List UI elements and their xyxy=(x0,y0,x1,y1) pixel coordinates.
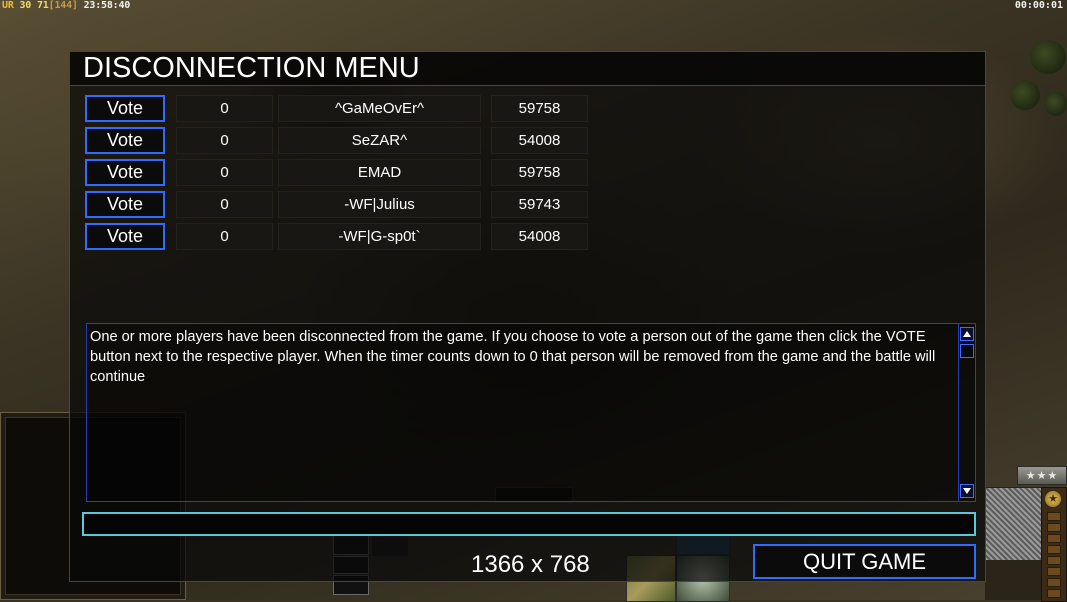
player-timer: 0 xyxy=(176,223,273,250)
rank-segment xyxy=(1047,578,1061,587)
player-timer: 0 xyxy=(176,95,273,122)
player-name: EMAD xyxy=(278,159,481,186)
system-clock: 23:58:40 xyxy=(83,0,131,11)
player-timer: 0 xyxy=(176,191,273,218)
player-name: SeZAR^ xyxy=(278,127,481,154)
player-ping: 54008 xyxy=(491,223,588,250)
quit-game-button[interactable]: QUIT GAME xyxy=(753,544,976,579)
rank-segment xyxy=(1047,523,1061,532)
player-ping: 54008 xyxy=(491,127,588,154)
medal-icon: ★ xyxy=(1045,491,1061,507)
scroll-up-icon[interactable] xyxy=(960,327,974,341)
hud-stats: UR 30 71[144] 23:58:40 xyxy=(2,0,130,11)
tree xyxy=(1010,80,1040,110)
game-timer: 00:00:01 xyxy=(1014,0,1063,11)
fps-average: 71 xyxy=(36,0,49,11)
disconnection-dialog: DISCONNECTION MENU Vote 0 ^GaMeOvEr^ 597… xyxy=(69,51,986,582)
player-timer: 0 xyxy=(176,127,273,154)
tree xyxy=(1030,40,1066,74)
chat-input[interactable] xyxy=(82,512,976,536)
rank-segment xyxy=(1047,589,1061,598)
fps-value: 30 xyxy=(19,0,32,11)
player-ping: 59758 xyxy=(491,159,588,186)
rank-stars-button[interactable]: ★★★ xyxy=(1017,466,1067,485)
fps-cap: [144] xyxy=(48,0,78,11)
message-box: One or more players have been disconnect… xyxy=(86,323,976,502)
rank-segment xyxy=(1047,545,1061,554)
rank-progress-bar: ★ xyxy=(1041,487,1067,602)
rank-segment xyxy=(1047,567,1061,576)
dialog-title: DISCONNECTION MENU xyxy=(83,52,420,84)
player-ping: 59758 xyxy=(491,95,588,122)
player-name: -WF|G-sp0t` xyxy=(278,223,481,250)
rank-segment xyxy=(1047,512,1061,521)
hud-side-panel xyxy=(985,560,1041,600)
player-name: -WF|Julius xyxy=(278,191,481,218)
rank-segment xyxy=(1047,556,1061,565)
ur-label: UR xyxy=(2,0,14,11)
player-timer: 0 xyxy=(176,159,273,186)
disconnect-message: One or more players have been disconnect… xyxy=(90,329,936,385)
rank-segment xyxy=(1047,534,1061,543)
tree xyxy=(1045,92,1067,116)
vote-button[interactable]: Vote xyxy=(85,95,165,122)
vote-button[interactable]: Vote xyxy=(85,127,165,154)
scroll-thumb[interactable] xyxy=(960,344,974,358)
dialog-header: DISCONNECTION MENU xyxy=(70,52,985,86)
player-ping: 59743 xyxy=(491,191,588,218)
resolution-label: 1366 x 768 xyxy=(471,551,590,578)
vote-button[interactable]: Vote xyxy=(85,223,165,250)
player-name: ^GaMeOvEr^ xyxy=(278,95,481,122)
message-scrollbar[interactable] xyxy=(958,324,975,501)
scroll-down-icon[interactable] xyxy=(960,484,974,498)
vote-button[interactable]: Vote xyxy=(85,191,165,218)
vote-button[interactable]: Vote xyxy=(85,159,165,186)
minimap[interactable] xyxy=(985,487,1042,561)
